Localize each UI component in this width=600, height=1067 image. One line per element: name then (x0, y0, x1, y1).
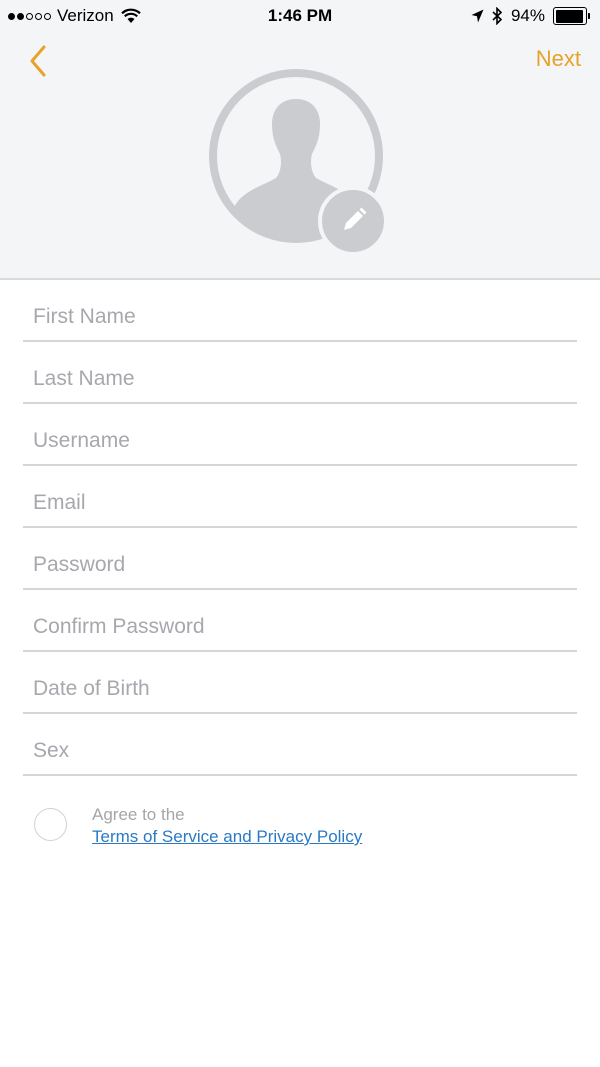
first-name-row (23, 280, 577, 347)
battery-tip (588, 13, 590, 19)
pencil-icon (344, 207, 367, 230)
confirm-password-row (23, 590, 577, 657)
password-row (23, 528, 577, 595)
edit-photo-button[interactable] (318, 186, 388, 256)
next-button[interactable]: Next (536, 46, 581, 72)
profile-header: Verizon 1:46 PM 94% Next (0, 0, 600, 280)
signup-form (23, 280, 577, 781)
agree-label: Agree to the (92, 805, 185, 824)
battery-body (553, 7, 587, 25)
last-name-row (23, 342, 577, 409)
battery-percent: 94% (510, 6, 545, 25)
agree-checkbox[interactable] (34, 808, 67, 841)
sex-row (23, 714, 577, 781)
chevron-left-icon (30, 45, 46, 77)
terms-agreement: Agree to the Terms of Service and Privac… (34, 805, 362, 849)
status-bar-right: 94% (471, 6, 590, 26)
date-of-birth-field[interactable] (23, 659, 577, 719)
email-row (23, 466, 577, 533)
email-field[interactable] (23, 473, 577, 533)
back-button[interactable] (26, 44, 52, 78)
battery-icon (553, 7, 590, 25)
last-name-field[interactable] (23, 349, 577, 409)
status-bar: Verizon 1:46 PM 94% (0, 0, 600, 32)
agreement-text: Agree to the Terms of Service and Privac… (92, 805, 362, 849)
battery-fill (555, 9, 583, 23)
password-field[interactable] (23, 535, 577, 595)
username-row (23, 404, 577, 471)
sex-field[interactable] (23, 721, 577, 781)
username-field[interactable] (23, 411, 577, 471)
confirm-password-field[interactable] (23, 597, 577, 657)
first-name-field[interactable] (23, 287, 577, 347)
date-of-birth-row (23, 652, 577, 719)
location-arrow-icon (471, 9, 484, 23)
bluetooth-icon (492, 7, 503, 25)
terms-link[interactable]: Terms of Service and Privacy Policy (92, 825, 362, 849)
